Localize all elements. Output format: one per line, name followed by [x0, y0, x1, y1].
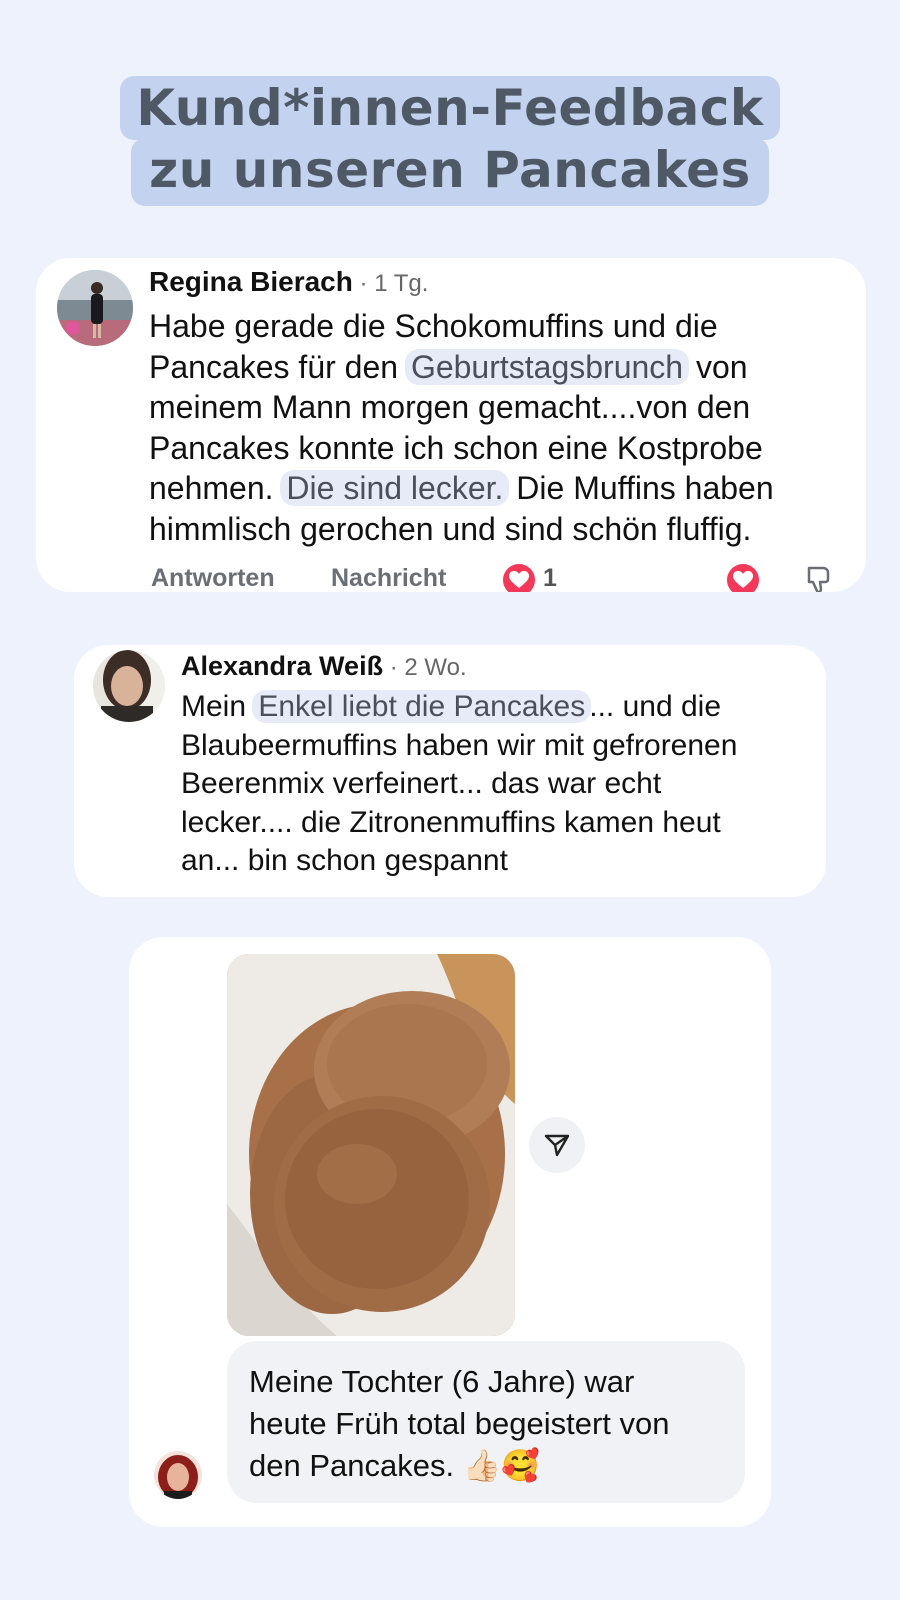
- comment-author[interactable]: Regina Bierach · 1 Tg.: [149, 266, 428, 298]
- avatar[interactable]: [154, 1451, 202, 1499]
- share-button[interactable]: [529, 1117, 585, 1173]
- heart-icon[interactable]: [503, 564, 535, 592]
- heart-icon[interactable]: [727, 564, 759, 592]
- text-line: himmlisch gerochen und sind schön fluffi…: [149, 510, 752, 547]
- avatar[interactable]: [57, 270, 133, 346]
- text-line: Pancakes konnte ich schon eine Kostprobe: [149, 429, 763, 466]
- author-name[interactable]: Alexandra Weiß: [181, 651, 383, 681]
- comment-time: · 1 Tg.: [352, 270, 429, 297]
- comment-text: Mein Enkel liebt die Pancakes... und die…: [181, 688, 811, 881]
- like-count: 1: [543, 564, 557, 592]
- comment-time: · 2 Wo.: [383, 654, 467, 681]
- thumbs-down-icon[interactable]: [803, 564, 833, 592]
- text-segment: Pancakes für den: [149, 348, 407, 385]
- text-line: heute Früh total begeistert von: [249, 1406, 670, 1441]
- avatar[interactable]: [93, 650, 165, 722]
- comment-text: Habe gerade die Schokomuffins und die Pa…: [149, 306, 849, 549]
- title-line-1: Kund*innen-Feedback: [120, 76, 780, 140]
- text-segment: Mein: [181, 690, 255, 723]
- pancake-photo[interactable]: [227, 954, 515, 1336]
- reply-button[interactable]: Antworten: [151, 564, 275, 592]
- comment-author[interactable]: Alexandra Weiß · 2 Wo.: [181, 651, 467, 682]
- text-highlight: Geburtstagsbrunch: [404, 348, 690, 385]
- text-line: Mein Enkel liebt die Pancakes... und die: [181, 688, 811, 727]
- text-line: an... bin schon gespannt: [181, 844, 508, 877]
- message-card: Meine Tochter (6 Jahre) war heute Früh t…: [129, 937, 771, 1527]
- comment-card-2: Alexandra Weiß · 2 Wo. Mein Enkel liebt …: [74, 645, 826, 897]
- text-highlight: Die sind lecker.: [280, 470, 510, 506]
- message-bubble[interactable]: Meine Tochter (6 Jahre) war heute Früh t…: [227, 1341, 745, 1503]
- page-title: Kund*innen-Feedback zu unseren Pancakes: [0, 76, 900, 206]
- text-highlight: Enkel liebt die Pancakes: [252, 690, 592, 723]
- message-button[interactable]: Nachricht: [331, 564, 446, 592]
- text-segment: nehmen.: [149, 470, 283, 506]
- text-line: den Pancakes. 👍🏻🥰: [249, 1448, 540, 1483]
- text-line: meinem Mann morgen gemacht....von den: [149, 389, 751, 425]
- author-name[interactable]: Regina Bierach: [149, 266, 353, 297]
- comment-card-1: Regina Bierach · 1 Tg. Habe gerade die S…: [36, 258, 866, 592]
- send-icon: [544, 1134, 570, 1157]
- text-line: Meine Tochter (6 Jahre) war: [249, 1364, 635, 1399]
- text-line: Habe gerade die Schokomuffins und die: [149, 308, 718, 344]
- text-line: Beerenmix verfeinert... das war echt: [181, 767, 662, 800]
- text-line: lecker.... die Zitronenmuffins kamen heu…: [181, 805, 721, 839]
- text-line: Pancakes für den Geburtstagsbrunch von: [149, 347, 849, 388]
- text-segment: ... und die: [589, 690, 721, 723]
- text-line: nehmen. Die sind lecker. Die Muffins hab…: [149, 468, 849, 509]
- text-segment: von: [687, 348, 748, 385]
- text-segment: Die Muffins haben: [507, 470, 774, 506]
- text-line: Blaubeermuffins haben wir mit gefrorenen: [181, 728, 738, 762]
- title-line-2: zu unseren Pancakes: [131, 138, 769, 206]
- message-text: Meine Tochter (6 Jahre) war heute Früh t…: [249, 1361, 729, 1487]
